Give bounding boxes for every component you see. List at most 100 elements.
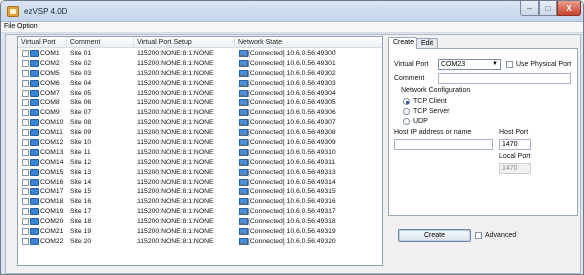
- list-item[interactable]: COM15 Site 13 115200:NONE:8:1:NONE [Connect…: [18, 168, 382, 178]
- row-comment: Site 01: [70, 50, 92, 57]
- radio-udp[interactable]: [403, 118, 410, 125]
- list-item[interactable]: COM1 Site 01 115200:NONE:8:1:NONE [Connecte…: [18, 49, 382, 59]
- serial-port-icon: [30, 148, 39, 156]
- list-item[interactable]: COM13 Site 11 115200:NONE:8:1:NONE [Connect…: [18, 148, 382, 158]
- host-input[interactable]: [394, 139, 493, 150]
- row-network-state: [Connected] 10.6.0.56:49313: [248, 168, 336, 176]
- row-port: COM22: [40, 237, 64, 245]
- window-title: ezVSP 4.0D: [24, 7, 68, 16]
- row-checkbox[interactable]: [22, 129, 29, 137]
- network-icon: [239, 50, 248, 57]
- comment-input[interactable]: [438, 73, 571, 84]
- menu-option[interactable]: Option: [17, 23, 38, 30]
- host-port-input[interactable]: 1470: [499, 139, 531, 150]
- row-setup: 115200:NONE:8:1:NONE: [137, 198, 214, 206]
- network-icon: [239, 69, 248, 77]
- row-checkbox[interactable]: [22, 89, 29, 97]
- row-port: COM8: [40, 99, 60, 107]
- column-header-setup[interactable]: Virtual Port Setup: [134, 37, 235, 48]
- list-item[interactable]: COM8 Site 06 115200:NONE:8:1:NONE [Connecte…: [18, 98, 382, 108]
- network-icon: [239, 218, 248, 226]
- list-item[interactable]: COM11 Site 09 115200:NONE:8:1:NONE [Connect…: [18, 128, 382, 138]
- list-item[interactable]: COM12 Site 10 115200:NONE:8:1:NONE [Connect…: [18, 138, 382, 148]
- virtual-port-label: Virtual Port: [394, 61, 429, 68]
- minimize-button[interactable]: –: [520, 1, 539, 16]
- row-checkbox[interactable]: [22, 109, 29, 117]
- title-bar[interactable]: ezVSP 4.0D – □ X: [1, 1, 583, 22]
- virtual-port-select[interactable]: COM23 ▼: [438, 59, 501, 70]
- row-checkbox[interactable]: [22, 139, 29, 147]
- list-item[interactable]: COM17 Site 15 115200:NONE:8:1:NONE [Connect…: [18, 187, 382, 197]
- column-header-comment[interactable]: Comment: [67, 37, 134, 48]
- tab-create[interactable]: Create: [388, 37, 417, 49]
- advanced-checkbox[interactable]: [475, 232, 482, 239]
- network-icon: [239, 119, 248, 127]
- column-header-network-state[interactable]: Network State: [235, 37, 382, 48]
- list-item[interactable]: COM21 Site 19 115200:NONE:8:1:NONE [Connect…: [18, 227, 382, 237]
- list-item[interactable]: COM20 Site 18 115200:NONE:8:1:NONE [Connect…: [18, 217, 382, 227]
- row-port: COM7: [40, 89, 60, 97]
- radio-tcp-client[interactable]: [403, 98, 410, 105]
- row-checkbox[interactable]: [22, 198, 29, 206]
- network-icon: [239, 188, 248, 196]
- tab-edit[interactable]: Edit: [416, 38, 438, 48]
- row-checkbox[interactable]: [22, 59, 29, 67]
- serial-port-icon: [30, 208, 39, 216]
- row-checkbox[interactable]: [22, 208, 29, 216]
- network-icon: [239, 89, 248, 97]
- list-item[interactable]: COM18 Site 16 115200:NONE:8:1:NONE [Connect…: [18, 197, 382, 207]
- radio-tcp-server[interactable]: [403, 108, 410, 115]
- port-list[interactable]: Virtual Port Comment Virtual Port Setup …: [17, 36, 383, 266]
- list-item[interactable]: COM19 Site 17 115200:NONE:8:1:NONE [Connect…: [18, 207, 382, 217]
- list-item[interactable]: COM14 Site 12 115200:NONE:8:1:NONE [Connect…: [18, 158, 382, 168]
- list-item[interactable]: COM7 Site 05 115200:NONE:8:1:NONE [Connecte…: [18, 89, 382, 99]
- comment-label: Comment: [394, 75, 425, 82]
- virtual-port-value: COM23: [441, 61, 466, 68]
- row-setup: 115200:NONE:8:1:NONE: [137, 148, 214, 156]
- column-header-virtual-port[interactable]: Virtual Port: [18, 37, 67, 48]
- create-button[interactable]: Create: [398, 229, 471, 242]
- list-item[interactable]: COM16 Site 14 115200:NONE:8:1:NONE [Connect…: [18, 178, 382, 188]
- row-port: COM17: [40, 188, 64, 196]
- row-comment: Site 08: [70, 119, 92, 127]
- list-item[interactable]: COM10 Site 08 115200:NONE:8:1:NONE [Connect…: [18, 118, 382, 128]
- row-checkbox[interactable]: [22, 69, 29, 77]
- chevron-down-icon: ▼: [492, 61, 498, 67]
- list-item[interactable]: COM22 Site 20 115200:NONE:8:1:NONE [Connect…: [18, 237, 382, 247]
- row-setup: 115200:NONE:8:1:NONE: [137, 119, 214, 127]
- list-item[interactable]: COM6 Site 04 115200:NONE:8:1:NONE [Connecte…: [18, 79, 382, 89]
- local-port-input: 1470: [499, 163, 531, 174]
- serial-port-icon: [30, 198, 39, 206]
- row-checkbox[interactable]: [22, 119, 29, 127]
- list-item[interactable]: COM9 Site 07 115200:NONE:8:1:NONE [Connecte…: [18, 108, 382, 118]
- row-network-state: [Connected] 10.6.0.56:49306: [248, 109, 336, 117]
- row-checkbox[interactable]: [22, 188, 29, 196]
- row-checkbox[interactable]: [22, 218, 29, 226]
- app-icon: [7, 6, 19, 17]
- menu-file[interactable]: File: [4, 23, 15, 30]
- row-setup: 115200:NONE:8:1:NONE: [137, 208, 214, 216]
- serial-port-icon: [30, 50, 39, 57]
- network-icon: [239, 158, 248, 166]
- row-checkbox[interactable]: [22, 99, 29, 107]
- close-button[interactable]: X: [557, 1, 581, 16]
- list-item[interactable]: COM2 Site 02 115200:NONE:8:1:NONE [Connecte…: [18, 59, 382, 69]
- row-port: COM19: [40, 208, 64, 216]
- row-comment: Site 03: [70, 69, 92, 77]
- maximize-button[interactable]: □: [539, 1, 557, 16]
- row-setup: 115200:NONE:8:1:NONE: [137, 237, 214, 245]
- list-item[interactable]: COM5 Site 03 115200:NONE:8:1:NONE [Connecte…: [18, 69, 382, 79]
- row-checkbox[interactable]: [22, 79, 29, 87]
- row-comment: Site 13: [70, 168, 92, 176]
- row-checkbox[interactable]: [22, 237, 29, 245]
- row-checkbox[interactable]: [22, 228, 29, 236]
- row-setup: 115200:NONE:8:1:NONE: [137, 228, 214, 236]
- row-checkbox[interactable]: [22, 178, 29, 186]
- serial-port-icon: [30, 168, 39, 176]
- row-checkbox[interactable]: [22, 158, 29, 166]
- row-checkbox[interactable]: [22, 168, 29, 176]
- use-physical-port-checkbox[interactable]: [506, 61, 513, 68]
- row-comment: Site 09: [70, 129, 92, 137]
- row-checkbox[interactable]: [22, 148, 29, 156]
- row-checkbox[interactable]: [22, 50, 29, 57]
